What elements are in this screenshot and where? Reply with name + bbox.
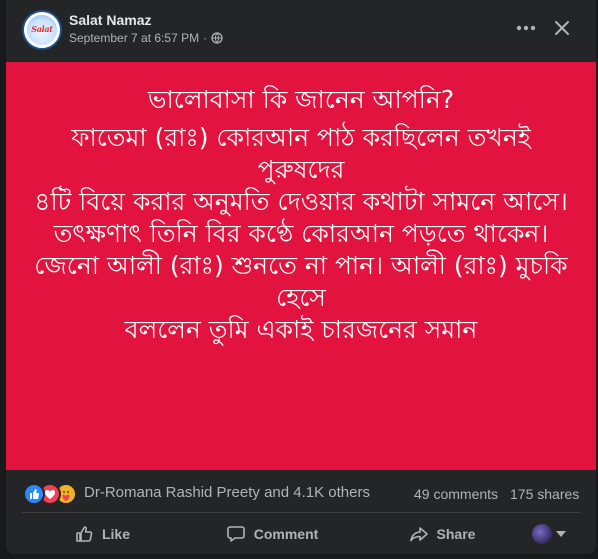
- avatar-logo: Salat: [27, 15, 57, 45]
- post-text-title: ভালোবাসা কি জানেন আপনি?: [147, 85, 455, 114]
- actions-divider: [22, 512, 580, 513]
- audience-selector[interactable]: [532, 522, 572, 546]
- user-avatar: [532, 524, 552, 544]
- comment-label: Comment: [253, 526, 319, 542]
- meta-separator: ·: [203, 31, 208, 45]
- reactions-summary: Dr-Romana Rashid Preety and 4.1K others …: [6, 478, 596, 506]
- comments-count[interactable]: 49 comments: [414, 486, 498, 502]
- share-button[interactable]: Share: [362, 516, 522, 552]
- share-icon: [409, 527, 428, 542]
- close-icon: [555, 21, 569, 35]
- more-options-button[interactable]: [512, 14, 540, 42]
- post-timestamp[interactable]: September 7 at 6:57 PM: [69, 31, 199, 45]
- post-text-line: জেনো আলী (রাঃ) শুনতে না পান। আলী (রাঃ) ম…: [34, 251, 568, 280]
- share-label: Share: [436, 526, 476, 542]
- post-text-line: হেসে: [276, 283, 326, 312]
- globe-icon: [211, 32, 223, 44]
- post-actions: Like Comment Share: [6, 516, 596, 552]
- ellipsis-icon: [516, 25, 536, 31]
- post-text-line: তৎক্ষণাৎ তিনি বির কণ্ঠে কোরআন পড়তে থাকে…: [53, 219, 549, 248]
- post-text-line: ৪টি বিয়ে করার অনুমতি দেওয়ার কথাটা সামন…: [34, 187, 568, 216]
- post-meta: September 7 at 6:57 PM ·: [69, 31, 223, 45]
- post-text-line: ফাতেমা (রাঃ) কোরআন পাঠ করছিলেন তখনই পুরু…: [71, 123, 531, 184]
- reaction-icons[interactable]: [23, 483, 79, 505]
- close-button[interactable]: [548, 14, 576, 42]
- shares-count[interactable]: 175 shares: [510, 486, 579, 502]
- post-header: Salat Salat Namaz September 7 at 6:57 PM…: [6, 0, 596, 62]
- post-text-line: বললেন তুমি একাই চারজনের সমান: [124, 315, 478, 344]
- thumbs-up-icon: [76, 526, 93, 542]
- like-label: Like: [101, 526, 130, 542]
- like-reaction-icon: [23, 483, 45, 505]
- avatar-logo-text: Salat: [31, 24, 53, 34]
- comment-button[interactable]: Comment: [192, 516, 352, 552]
- page-avatar[interactable]: Salat: [22, 10, 62, 50]
- reactors-summary[interactable]: Dr-Romana Rashid Preety and 4.1K others: [84, 484, 370, 501]
- chevron-down-icon: [556, 531, 566, 537]
- page-name[interactable]: Salat Namaz: [69, 12, 151, 28]
- like-button[interactable]: Like: [22, 516, 182, 552]
- post-card: Salat Salat Namaz September 7 at 6:57 PM…: [6, 0, 596, 554]
- post-text: ভালোবাসা কি জানেন আপনি? ফাতেমা (রাঃ) কোর…: [26, 84, 576, 346]
- comment-icon: [226, 526, 245, 542]
